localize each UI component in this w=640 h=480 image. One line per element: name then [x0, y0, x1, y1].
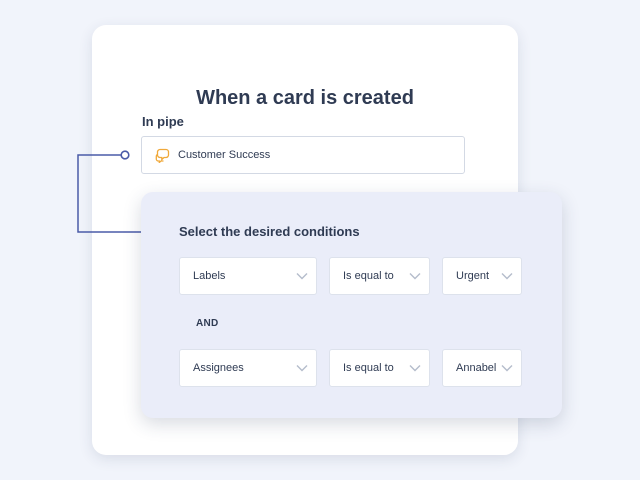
- pipe-label: In pipe: [142, 114, 184, 129]
- condition-2-value-select[interactable]: Annabel: [442, 349, 522, 387]
- condition-2-field-select[interactable]: Assignees: [179, 349, 317, 387]
- and-joiner: AND: [196, 318, 219, 329]
- condition-1-operator-select[interactable]: Is equal to: [329, 257, 430, 295]
- condition-1-value: Urgent: [456, 270, 490, 282]
- chevron-down-icon: [409, 272, 421, 280]
- trigger-title: When a card is created: [196, 87, 414, 109]
- conditions-title: Select the desired conditions: [179, 224, 360, 239]
- condition-2-value: Annabel: [456, 362, 497, 374]
- pipe-value: Customer Success: [178, 149, 271, 161]
- chevron-down-icon: [501, 272, 513, 280]
- chat-bubbles-icon: [155, 147, 171, 163]
- pipe-select[interactable]: Customer Success: [141, 136, 465, 174]
- chevron-down-icon: [409, 364, 421, 372]
- chevron-down-icon: [296, 272, 308, 280]
- condition-2-operator-select[interactable]: Is equal to: [329, 349, 430, 387]
- chevron-down-icon: [296, 364, 308, 372]
- condition-2-field-value: Assignees: [193, 362, 244, 374]
- conditions-panel: Select the desired conditions Labels Is …: [141, 192, 562, 418]
- condition-1-field-select[interactable]: Labels: [179, 257, 317, 295]
- condition-1-field-value: Labels: [193, 270, 226, 282]
- condition-2-operator-value: Is equal to: [343, 362, 394, 374]
- chevron-down-icon: [501, 364, 513, 372]
- condition-1-value-select[interactable]: Urgent: [442, 257, 522, 295]
- condition-1-operator-value: Is equal to: [343, 270, 394, 282]
